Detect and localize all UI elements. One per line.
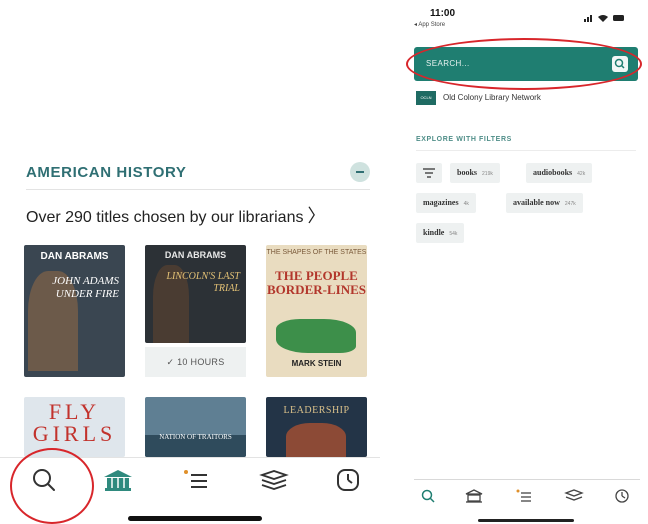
collapse-button[interactable]	[350, 162, 370, 182]
section-divider	[26, 189, 370, 190]
left-screen: AMERICAN HISTORY Over 290 titles chosen …	[0, 0, 380, 524]
chip-count: 42k	[577, 171, 586, 177]
section-header: AMERICAN HISTORY	[26, 160, 370, 188]
tab-history[interactable]	[610, 486, 634, 510]
book-author: MARK STEIN	[291, 359, 342, 368]
book-tagline: THE SHAPES OF THE STATES	[266, 249, 367, 256]
tab-library[interactable]	[462, 486, 486, 510]
book-title: JOHN ADAMS UNDER FIRE	[52, 275, 119, 300]
filter-chip-magazines[interactable]: magazines 4k	[416, 193, 476, 213]
tab-library[interactable]	[98, 464, 138, 496]
tab-lists[interactable]	[176, 464, 216, 496]
chip-label: audiobooks	[533, 168, 573, 177]
list-icon	[515, 488, 533, 509]
library-logo: OCLN	[416, 91, 436, 105]
section-title: AMERICAN HISTORY	[26, 164, 187, 181]
book-cover[interactable]: LEADERSHIP	[266, 397, 367, 457]
tab-bar	[414, 479, 640, 515]
filter-icon	[423, 168, 435, 178]
status-time: 11:00	[430, 8, 456, 19]
chevron-right-icon: 〉	[307, 206, 326, 226]
book-author: DAN ABRAMS	[164, 250, 227, 260]
library-icon	[102, 467, 134, 493]
filters-divider	[416, 150, 636, 151]
home-indicator	[478, 519, 574, 522]
book-title: LINCOLN'S LAST TRIAL	[166, 271, 240, 294]
book-author: DAN ABRAMS	[40, 251, 109, 262]
book-title: NATION OF TRAITORS	[159, 433, 232, 441]
collection-subtitle: Over 290 titles chosen by our librarians	[26, 209, 304, 226]
library-name: Old Colony Library Network	[443, 93, 541, 102]
book-cover[interactable]: DAN ABRAMS LINCOLN'S LAST TRIAL	[145, 245, 246, 343]
clock-icon	[614, 488, 630, 509]
filter-chip-audiobooks[interactable]: audiobooks 42k	[526, 163, 593, 183]
status-icons	[584, 10, 626, 22]
clock-icon	[335, 467, 361, 493]
chip-count: 219k	[482, 171, 493, 177]
book-title: FLY GIRLS	[32, 399, 117, 446]
list-icon	[181, 467, 211, 493]
annotation-circle	[406, 38, 642, 90]
chip-label: available now	[513, 198, 560, 207]
chip-label: kindle	[423, 228, 445, 237]
right-screen: 11:00 ◂ App Store SEARCH... OCLN Old Col…	[404, 0, 648, 524]
book-cover[interactable]: DAN ABRAMS JOHN ADAMS UNDER FIRE	[24, 245, 125, 377]
shelf-icon	[564, 488, 584, 509]
search-icon	[420, 488, 436, 509]
duration-badge: ✓ 10 HOURS	[145, 347, 246, 377]
book-title: THE PEOPLE BORDER-LINES	[267, 268, 366, 297]
collection-link[interactable]: Over 290 titles chosen by our librarians…	[26, 202, 325, 228]
library-icon	[464, 488, 484, 509]
book-cover[interactable]: THE SHAPES OF THE STATES THE PEOPLE BORD…	[266, 245, 367, 377]
chip-label: books	[457, 168, 478, 177]
tab-shelf[interactable]	[254, 464, 294, 496]
book-cover[interactable]: FLY GIRLS	[24, 397, 125, 457]
home-indicator	[128, 516, 262, 521]
filter-chip-available-now[interactable]: available now 247k	[506, 193, 583, 213]
tab-search[interactable]	[416, 486, 440, 510]
tab-history[interactable]	[328, 464, 368, 496]
shelf-icon	[258, 467, 290, 493]
headphones-icon: ✓	[166, 357, 178, 367]
chip-count: 247k	[564, 201, 576, 207]
chip-count: 54k	[449, 231, 458, 237]
chip-label: magazines	[423, 198, 459, 207]
portrait-illustration	[286, 423, 346, 457]
filter-chip-books[interactable]: books 219k	[450, 163, 500, 183]
filters-heading: EXPLORE WITH FILTERS	[416, 136, 512, 143]
filter-chip-kindle[interactable]: kindle 54k	[416, 223, 465, 243]
annotation-circle	[10, 448, 94, 524]
back-to-app-store[interactable]: ◂ App Store	[414, 21, 445, 28]
duration-text: 10 HOURS	[177, 357, 225, 367]
chip-count: 4k	[463, 201, 469, 207]
tab-shelf[interactable]	[562, 486, 586, 510]
map-illustration	[276, 319, 356, 353]
filter-button[interactable]	[416, 163, 442, 183]
book-cover[interactable]: NATION OF TRAITORS	[145, 397, 246, 457]
book-title: LEADERSHIP	[283, 405, 350, 416]
tab-lists[interactable]	[512, 486, 536, 510]
